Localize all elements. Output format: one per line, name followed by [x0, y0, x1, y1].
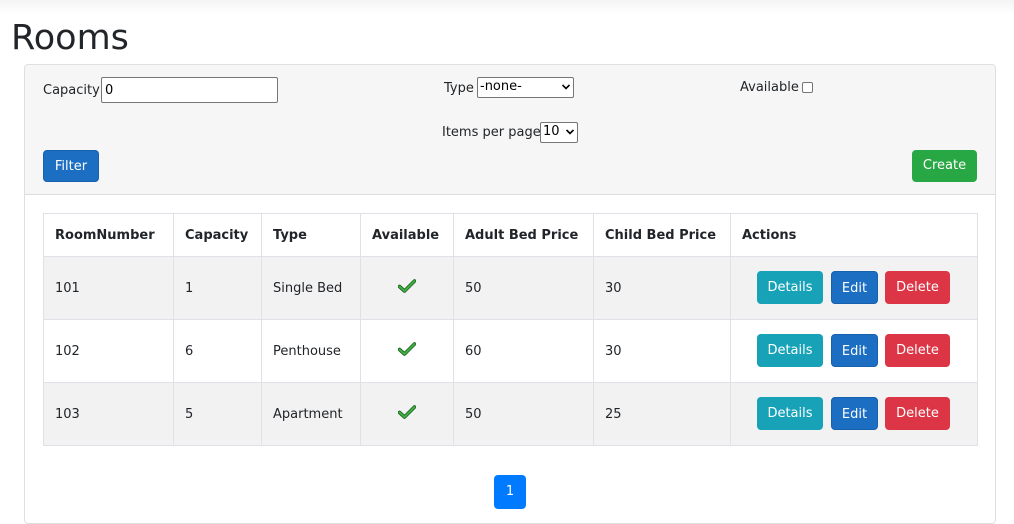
- type-select-value: -none-: [480, 79, 522, 94]
- create-button[interactable]: Create: [912, 150, 977, 182]
- filter-button[interactable]: Filter: [43, 150, 99, 182]
- cell-available: [360, 256, 454, 320]
- cell-adult-bed-price: 60: [453, 319, 594, 383]
- chevron-down-icon: [562, 84, 570, 90]
- available-label: Available: [740, 80, 799, 95]
- cell-room-number: 103: [43, 382, 174, 446]
- table-row: 103 5 Apartment 50 25 Details Edit Delet…: [43, 382, 978, 446]
- cell-type: Apartment: [261, 382, 361, 446]
- details-button[interactable]: Details: [757, 271, 823, 304]
- check-icon: [398, 342, 416, 356]
- cell-room-number: 101: [43, 256, 174, 320]
- edit-button[interactable]: Edit: [831, 334, 878, 367]
- delete-button[interactable]: Delete: [885, 271, 950, 304]
- check-icon: [398, 405, 416, 419]
- cell-adult-bed-price: 50: [453, 382, 594, 446]
- cell-actions: Details Edit Delete: [730, 382, 978, 446]
- page-title: Rooms: [11, 18, 129, 58]
- items-per-page-label: Items per page:: [442, 125, 546, 140]
- edit-button[interactable]: Edit: [831, 271, 878, 304]
- pagination-page-1[interactable]: 1: [494, 475, 526, 509]
- items-per-page-select[interactable]: 10: [540, 122, 578, 143]
- delete-button[interactable]: Delete: [885, 334, 950, 367]
- cell-child-bed-price: 30: [593, 319, 731, 383]
- delete-button[interactable]: Delete: [885, 397, 950, 430]
- cell-child-bed-price: 25: [593, 382, 731, 446]
- column-header-adult-bed-price: Adult Bed Price: [453, 213, 594, 257]
- details-button[interactable]: Details: [757, 334, 823, 367]
- cell-room-number: 102: [43, 319, 174, 383]
- table-header-row: RoomNumber Capacity Type Available Adult…: [43, 213, 978, 257]
- column-header-room-number: RoomNumber: [43, 213, 174, 257]
- type-select[interactable]: -none-: [477, 77, 574, 98]
- capacity-label: Capacity: [43, 83, 100, 98]
- items-per-page-value: 10: [543, 124, 560, 139]
- cell-actions: Details Edit Delete: [730, 319, 978, 383]
- cell-type: Single Bed: [261, 256, 361, 320]
- column-header-capacity: Capacity: [173, 213, 262, 257]
- column-header-child-bed-price: Child Bed Price: [593, 213, 731, 257]
- cell-available: [360, 382, 454, 446]
- cell-type: Penthouse: [261, 319, 361, 383]
- filter-panel: Capacity Type -none- Available Items per…: [25, 65, 995, 195]
- cell-adult-bed-price: 50: [453, 256, 594, 320]
- table-row: 102 6 Penthouse 60 30 Details Edit Delet…: [43, 319, 978, 383]
- type-label: Type: [444, 81, 474, 96]
- rooms-card: Capacity Type -none- Available Items per…: [24, 64, 996, 524]
- cell-actions: Details Edit Delete: [730, 256, 978, 320]
- cell-capacity: 1: [173, 256, 262, 320]
- chevron-down-icon: [566, 129, 574, 135]
- check-icon: [398, 279, 416, 293]
- available-checkbox[interactable]: [802, 82, 813, 93]
- details-button[interactable]: Details: [757, 397, 823, 430]
- cell-child-bed-price: 30: [593, 256, 731, 320]
- cell-capacity: 6: [173, 319, 262, 383]
- cell-available: [360, 319, 454, 383]
- edit-button[interactable]: Edit: [831, 397, 878, 430]
- column-header-available: Available: [360, 213, 454, 257]
- capacity-input[interactable]: [101, 77, 278, 103]
- cell-capacity: 5: [173, 382, 262, 446]
- browser-top-shadow: [0, 0, 1014, 14]
- rooms-table: RoomNumber Capacity Type Available Adult…: [43, 213, 978, 446]
- column-header-type: Type: [261, 213, 361, 257]
- table-row: 101 1 Single Bed 50 30 Details Edit Dele…: [43, 256, 978, 320]
- column-header-actions: Actions: [730, 213, 978, 257]
